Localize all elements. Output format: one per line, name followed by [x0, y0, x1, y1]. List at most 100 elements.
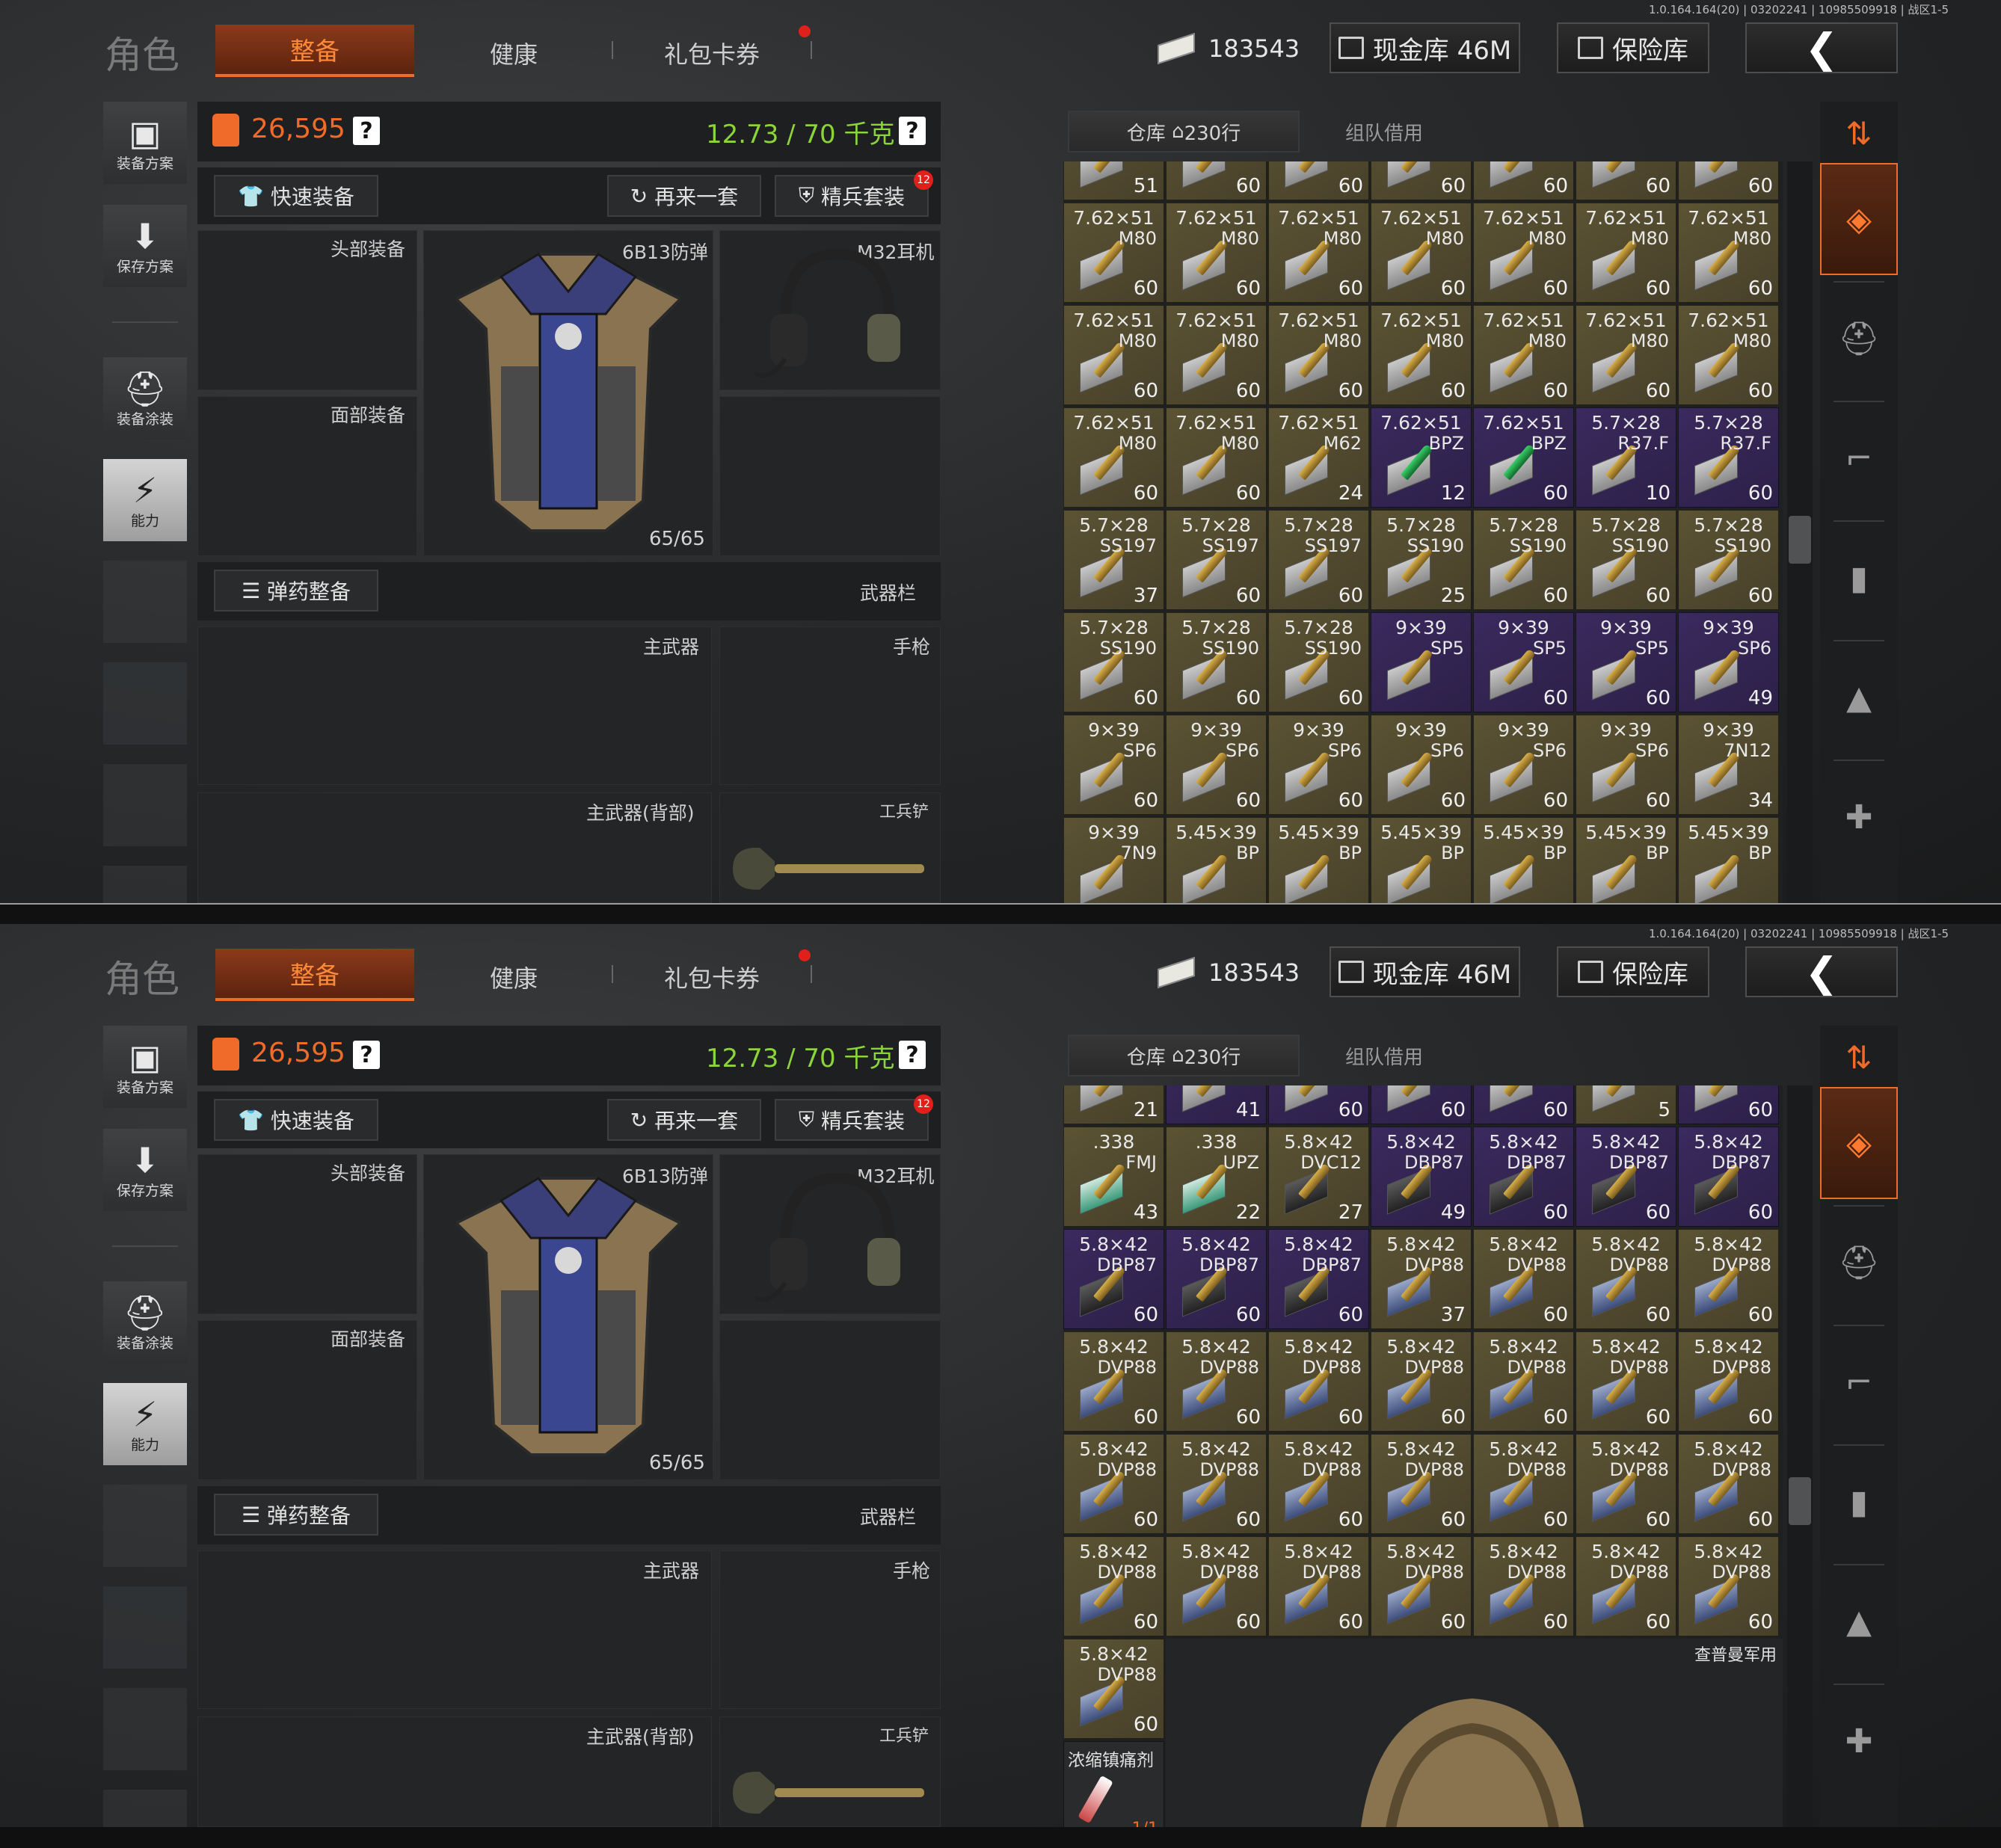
tab-outfit[interactable]: 整备	[215, 25, 414, 77]
ammo-cell[interactable]: 5.8×42 DVP88 60	[1166, 1331, 1267, 1432]
ammo-cell[interactable]: 5.8×42 DVP88 60	[1166, 1536, 1267, 1636]
ammo-cell[interactable]: 60	[1678, 161, 1779, 200]
scrollbar-thumb[interactable]	[1789, 1477, 1811, 1525]
ammo-cell[interactable]: 5.45×39 BP	[1576, 817, 1676, 903]
ammo-cell[interactable]: 9×39 SP6 60	[1166, 715, 1267, 815]
ammo-cell[interactable]: 5.8×42 DBP87 60	[1166, 1229, 1267, 1329]
value-help-icon[interactable]: ?	[353, 117, 380, 145]
tab-character[interactable]: 角色	[105, 25, 179, 79]
ammo-cell[interactable]: 5.8×42 DVP88 60	[1678, 1229, 1779, 1329]
ammo-cell[interactable]: 5.8×42 DBP87 60	[1268, 1229, 1369, 1329]
ammo-cell[interactable]: 5.7×28 SS190 60	[1268, 612, 1369, 712]
category-attachment-icon[interactable]: ✚	[1820, 1685, 1898, 1797]
ammo-cell[interactable]: 7.62×51 BPZ 60	[1473, 407, 1574, 508]
ammo-cell[interactable]: 51	[1063, 161, 1164, 200]
ammo-cell[interactable]: 5.8×42 DVP88 60	[1063, 1434, 1164, 1534]
ammo-cell[interactable]: 5.45×39 BP	[1371, 817, 1472, 903]
ammo-cell[interactable]: 60	[1166, 161, 1267, 200]
ammo-cell[interactable]: 7.62×51 M80 60	[1268, 305, 1369, 405]
chapman-bag-item[interactable]: 查普曼军用	[1166, 1639, 1783, 1827]
ammo-cell[interactable]: 60	[1678, 1085, 1779, 1124]
ammo-cell[interactable]: 5.7×28 SS190 25	[1371, 510, 1472, 610]
ammo-cell[interactable]: 5.7×28 R37.F 60	[1678, 407, 1779, 508]
elite-kit-button[interactable]: ⛨ 精兵套装	[775, 175, 929, 217]
scrollbar-track[interactable]	[1787, 1085, 1813, 1827]
tab-warehouse[interactable]: 仓库 ⌂ 230行	[1068, 111, 1300, 153]
ammo-cell[interactable]: 5.45×39 BP	[1678, 817, 1779, 903]
ammo-cell[interactable]: 5.8×42 DVP88 60	[1371, 1536, 1472, 1636]
ammo-cell[interactable]: 5.8×42 DVP88 60	[1063, 1639, 1164, 1739]
tab-team-borrow[interactable]: 组队借用	[1303, 1035, 1466, 1077]
ammo-cell[interactable]: 9×39 SP5 60	[1576, 612, 1676, 712]
ammo-cell[interactable]: 5.7×28 R37.F 10	[1576, 407, 1676, 508]
ammo-cell[interactable]: 7.62×51 M80 60	[1678, 305, 1779, 405]
category-magazine-icon[interactable]: ▮	[1820, 1446, 1898, 1558]
category-all-icon[interactable]: ◈	[1820, 1087, 1898, 1199]
ammo-cell[interactable]: 7.62×51 M80 60	[1166, 407, 1267, 508]
ammo-cell[interactable]: 5.8×42 DVP88 60	[1678, 1434, 1779, 1534]
ammo-cell[interactable]: 7.62×51 M80 60	[1166, 203, 1267, 303]
again-button[interactable]: ↻ 再来一套	[607, 175, 761, 217]
ammo-cell[interactable]: 5.8×42 DBP87 60	[1678, 1127, 1779, 1227]
ammo-cell[interactable]: 5.7×28 SS190 60	[1063, 612, 1164, 712]
ammo-cell[interactable]: 7.62×51 M80 60	[1678, 203, 1779, 303]
ammo-cell[interactable]: 5.8×42 DVP88 60	[1371, 1434, 1472, 1534]
scrollbar-thumb[interactable]	[1789, 516, 1811, 564]
paint-button[interactable]: ⛑ 装备涂装	[103, 357, 187, 440]
tab-outfit[interactable]: 整备	[215, 949, 414, 1001]
ammo-cell[interactable]: 9×39 SP6 60	[1473, 715, 1574, 815]
category-ammo-icon[interactable]: ▲	[1820, 1565, 1898, 1678]
ammo-cell[interactable]: 5.7×28 SS197 60	[1268, 510, 1369, 610]
ammo-cell[interactable]: 5.7×28 SS190 60	[1576, 510, 1676, 610]
ammo-cell[interactable]: 5.8×42 DVP88 60	[1063, 1536, 1164, 1636]
plans-button[interactable]: ▣ 装备方案	[103, 102, 187, 184]
category-weapon-icon[interactable]: ⌐	[1820, 1326, 1898, 1438]
ammo-cell[interactable]: 7.62×51 M62 24	[1268, 407, 1369, 508]
back-button[interactable]: ❮	[1745, 22, 1898, 73]
ammo-cell[interactable]: 41	[1166, 1085, 1267, 1124]
ammo-cell[interactable]: 5.7×28 SS190 60	[1473, 510, 1574, 610]
ammo-cell[interactable]: 9×39 SP5 60	[1473, 612, 1574, 712]
ammo-cell[interactable]: 60	[1268, 1085, 1369, 1124]
ammo-cell[interactable]: 5.7×28 SS190 60	[1166, 612, 1267, 712]
ammo-cell[interactable]: 5.7×28 SS197 37	[1063, 510, 1164, 610]
ammo-cell[interactable]: 5.45×39 BP	[1473, 817, 1574, 903]
ammo-cell[interactable]: 7.62×51 M80 60	[1576, 203, 1676, 303]
tab-team-borrow[interactable]: 组队借用	[1303, 111, 1466, 153]
ammo-cell[interactable]: 7.62×51 M80 60	[1166, 305, 1267, 405]
ammo-cell[interactable]: 5.8×42 DVP88 60	[1576, 1434, 1676, 1534]
weight-help-icon[interactable]: ?	[899, 1041, 926, 1069]
painkiller-cell[interactable]: 浓缩镇痛剂 1/1	[1063, 1741, 1164, 1827]
ammo-cell[interactable]: 9×39 SP6 60	[1268, 715, 1369, 815]
ammo-cell[interactable]: 7.62×51 M80 60	[1063, 407, 1164, 508]
ammo-cell[interactable]: 7.62×51 M80 60	[1371, 203, 1472, 303]
ability-button[interactable]: ⚡ 能力	[103, 459, 187, 541]
ability-button[interactable]: ⚡ 能力	[103, 1383, 187, 1465]
ammo-cell[interactable]: 7.62×51 M80 60	[1063, 305, 1164, 405]
ammo-cell[interactable]: 5.8×42 DVP88 60	[1576, 1229, 1676, 1329]
ammo-cell[interactable]: 5.8×42 DBP87 49	[1371, 1127, 1472, 1227]
safe-button[interactable]: 保险库	[1557, 946, 1709, 997]
ammo-cell[interactable]: 5.8×42 DVP88 60	[1166, 1434, 1267, 1534]
ammo-cell[interactable]: 7.62×51 M80 60	[1473, 305, 1574, 405]
tab-gift[interactable]: 礼包卡券	[664, 36, 760, 70]
ammo-cell[interactable]: 5.8×42 DBP87 60	[1063, 1229, 1164, 1329]
ammo-cell[interactable]: 21	[1063, 1085, 1164, 1124]
ammo-cell[interactable]: 5.8×42 DVP88 60	[1371, 1331, 1472, 1432]
quick-equip-button[interactable]: 👕 快速装备	[214, 1099, 378, 1141]
ammo-sort-button[interactable]: ☰ 弹药整备	[214, 570, 378, 612]
safe-button[interactable]: 保险库	[1557, 22, 1709, 73]
ammo-cell[interactable]: 60	[1473, 161, 1574, 200]
tab-health[interactable]: 健康	[490, 960, 538, 994]
ammo-cell[interactable]: 9×39 SP6 60	[1371, 715, 1472, 815]
cash-vault-button[interactable]: 现金库 46M	[1330, 946, 1520, 997]
tab-warehouse[interactable]: 仓库 ⌂ 230行	[1068, 1035, 1300, 1077]
category-armor-icon[interactable]: ⛑	[1820, 283, 1898, 395]
empty-slot[interactable]	[719, 1320, 941, 1480]
ammo-cell[interactable]: 9×39 7N12 34	[1678, 715, 1779, 815]
ammo-cell[interactable]: .338 UPZ 22	[1166, 1127, 1267, 1227]
ammo-cell[interactable]: 5.8×42 DVP88 60	[1678, 1331, 1779, 1432]
sort-icon[interactable]: ⇅	[1820, 1029, 1898, 1085]
ammo-sort-button[interactable]: ☰ 弹药整备	[214, 1494, 378, 1536]
save-plan-button[interactable]: ⬇ 保存方案	[103, 1129, 187, 1211]
